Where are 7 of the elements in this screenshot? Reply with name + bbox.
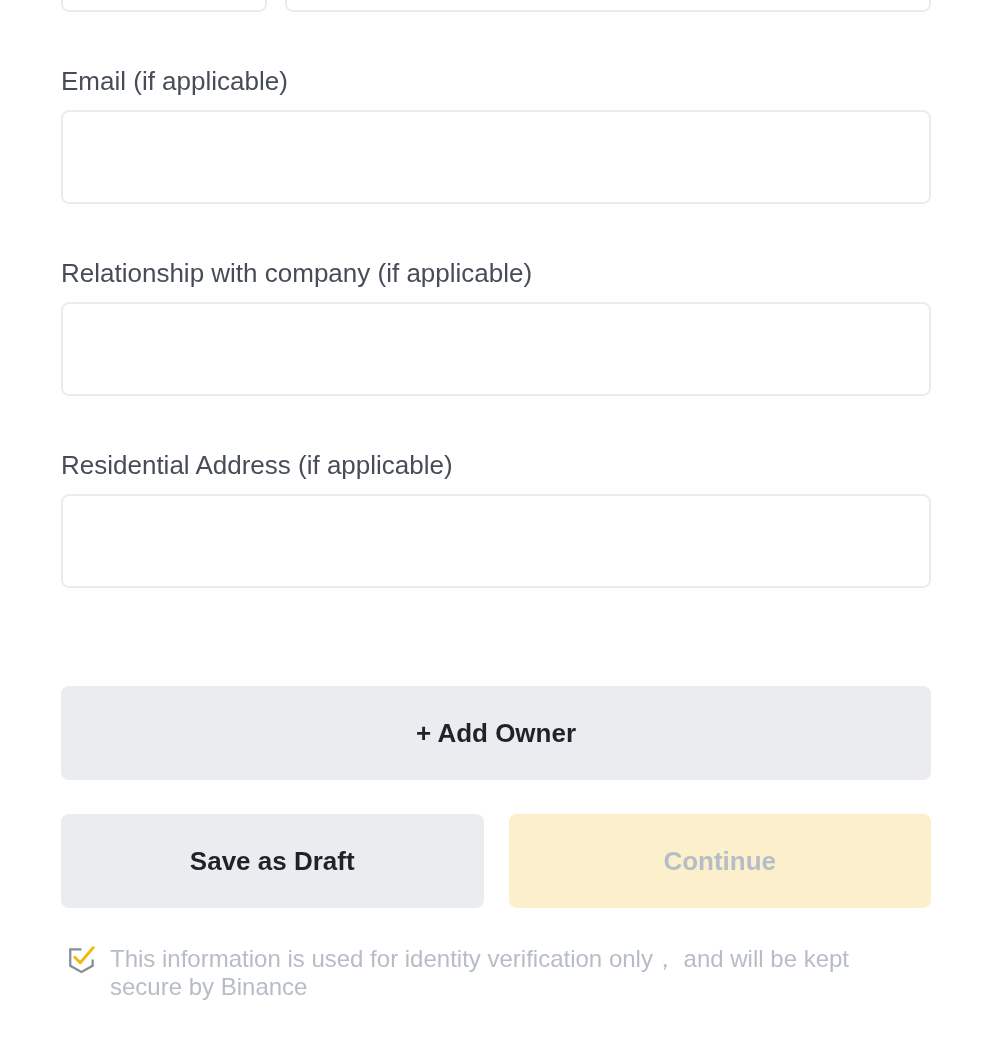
- field-label: Residential Address (if applicable): [61, 449, 453, 481]
- field-label: Email (if applicable): [61, 65, 288, 97]
- save-draft-button[interactable]: Save as Draft: [61, 814, 484, 908]
- shield-check-icon: [68, 946, 96, 974]
- security-notice: This information is used for identity verification only， and will be kept secure by Binance: [110, 945, 850, 1001]
- field-label: Relationship with company (if applicable): [61, 257, 533, 289]
- add-owner-button[interactable]: + Add Owner: [61, 686, 931, 780]
